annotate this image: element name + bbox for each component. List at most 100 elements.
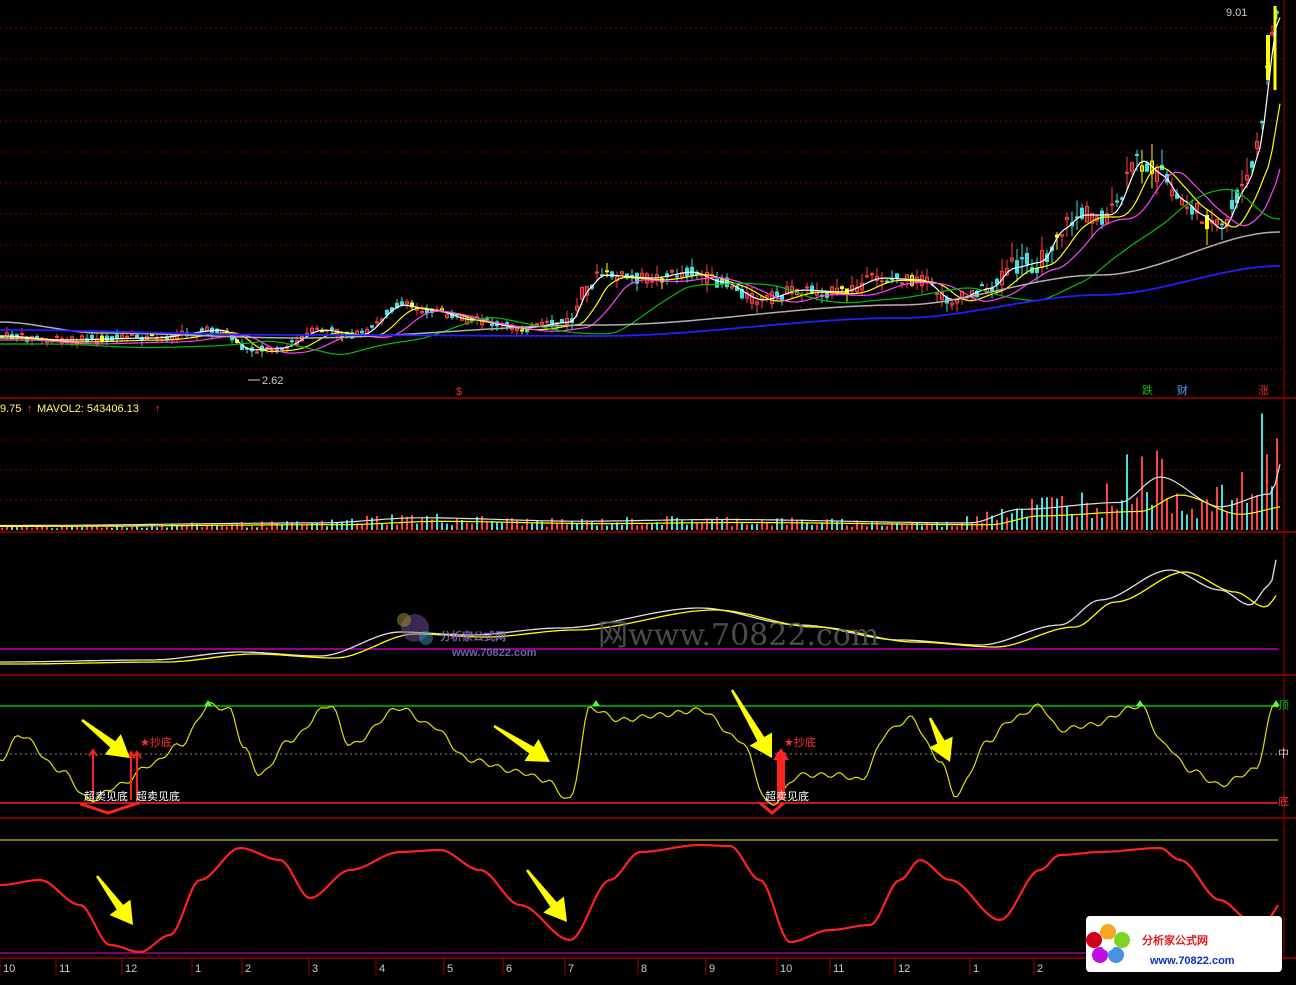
x-axis-label: 9 — [709, 963, 715, 975]
stock-chart: 9.01 2.62 跌 财 涨 $ 9.75 ↑ MAVOL2: 543406.… — [0, 0, 1296, 975]
candle-body — [1025, 252, 1029, 265]
candle-body — [370, 325, 374, 328]
volume-up-arrow-2: ↑ — [155, 403, 161, 415]
level-bottom-label: 底 — [1278, 794, 1289, 808]
signal-oscillator-panel[interactable]: 超卖见底 超卖见底 超卖见底 ★抄底 ★抄底 顶 中 底 — [0, 699, 1289, 815]
candle-body — [290, 340, 294, 343]
candle-body — [135, 334, 139, 339]
x-axis-label: 1 — [973, 963, 979, 975]
candle-body — [1220, 223, 1224, 226]
candle-body — [1250, 161, 1254, 168]
x-axis-label: 11 — [59, 963, 70, 975]
moving-average-line — [0, 168, 1281, 354]
watermark-url-large: 网www.70822.com — [598, 618, 879, 653]
tag-dollar: $ — [456, 386, 462, 398]
candle-body — [775, 291, 779, 297]
price-high-label: 9.01 — [1226, 7, 1247, 19]
oversold-dip — [79, 801, 140, 815]
candle-body — [375, 321, 379, 324]
moving-average-line — [0, 231, 1281, 339]
candle-body — [535, 323, 539, 326]
candle-body — [315, 327, 319, 330]
candle-body — [305, 332, 309, 335]
moving-average-line — [0, 17, 1281, 351]
candle-body — [150, 334, 154, 337]
volume-bars — [1, 413, 1278, 530]
center-watermark: 分析家公式网 www.70822.com 网www.70822.com — [397, 613, 879, 659]
tag-zhang: 涨 — [1258, 384, 1269, 397]
price-moving-averages — [0, 17, 1281, 356]
candle-body — [805, 286, 809, 289]
annotation-arrow — [81, 719, 130, 758]
candle-body — [840, 286, 844, 290]
candle-body — [105, 335, 109, 342]
x-axis-label: 1 — [195, 963, 201, 975]
x-axis-label: 10 — [780, 963, 792, 975]
tag-die: 跌 — [1142, 383, 1153, 397]
candle-body — [605, 270, 609, 273]
candle-body — [595, 271, 599, 274]
annotation-arrow — [526, 869, 567, 922]
candle-body — [545, 320, 549, 323]
candle-body — [265, 346, 269, 349]
logo-url: www.70822.com — [1149, 955, 1235, 967]
candle-body — [525, 329, 529, 333]
tag-cai: 财 — [1177, 383, 1188, 397]
candle-body — [1020, 257, 1024, 260]
watermark-brand-center: 分析家公式网 — [440, 629, 506, 643]
candle-body — [1260, 121, 1264, 124]
candle-body — [990, 288, 994, 292]
candle-body — [895, 273, 899, 279]
x-axis-label: 5 — [447, 963, 453, 975]
candle-body — [55, 335, 59, 338]
volume-up-arrow-1: ↑ — [27, 403, 33, 415]
x-axis-label: 11 — [833, 963, 844, 975]
candle-body — [1125, 171, 1129, 174]
x-axis-label: 7 — [568, 963, 574, 975]
x-axis-label: 2 — [1037, 963, 1043, 975]
candle-body — [690, 266, 694, 276]
top-signal-marker — [1136, 700, 1144, 706]
candle-body — [330, 327, 334, 331]
candle-body — [890, 278, 894, 281]
candle-body — [560, 318, 564, 323]
annotation-arrow — [928, 717, 953, 762]
candle-body — [1145, 163, 1149, 172]
annotation-arrow — [730, 689, 773, 758]
annotation-arrow — [96, 875, 133, 925]
x-axis: 10 11 12 1 2 3 4 5 6 7 8 9 10 11 12 1 2 — [0, 958, 1043, 975]
signal-buy-1: ★抄底 — [140, 735, 172, 749]
logo-brand: 分析家公式网 — [1142, 933, 1208, 947]
annotation-arrows — [81, 689, 953, 925]
x-axis-label: 12 — [125, 963, 137, 975]
candle-body — [1115, 200, 1119, 203]
candle-body — [1110, 203, 1114, 206]
cycle-line — [0, 843, 1249, 953]
signal-oversold-2: 超卖见底 — [136, 789, 180, 803]
candle-body — [880, 280, 884, 283]
signal-markers — [88, 700, 1280, 800]
candle-body — [980, 284, 984, 287]
price-grid — [0, 0, 1296, 960]
candle-body — [90, 334, 94, 339]
watermark-url-small: www.70822.com — [451, 647, 537, 659]
moving-average-line — [0, 103, 1281, 353]
corner-logo: 分析家公式网 www.70822.com — [1086, 916, 1282, 972]
volume-label-left: 9.75 — [0, 403, 21, 415]
candle-body — [360, 330, 364, 334]
candle-body — [610, 271, 614, 278]
candle-body — [520, 329, 524, 332]
annotation-arrow — [493, 724, 550, 762]
signal-oversold-1: 超卖见底 — [84, 789, 128, 803]
price-panel[interactable]: 9.01 2.62 跌 财 涨 $ — [0, 0, 1296, 960]
candle-body — [1230, 199, 1234, 210]
candle-body — [490, 323, 494, 326]
volume-panel[interactable]: 9.75 ↑ MAVOL2: 543406.13 ↑ — [0, 403, 1296, 959]
x-axis-label: 10 — [3, 963, 15, 975]
top-signal-marker — [592, 700, 600, 706]
candle-body — [650, 280, 654, 283]
x-axis-label: 2 — [245, 963, 251, 975]
candle-body — [1135, 153, 1139, 156]
x-axis-label: 8 — [641, 963, 647, 975]
signal-buy-2: ★抄底 — [784, 735, 816, 749]
